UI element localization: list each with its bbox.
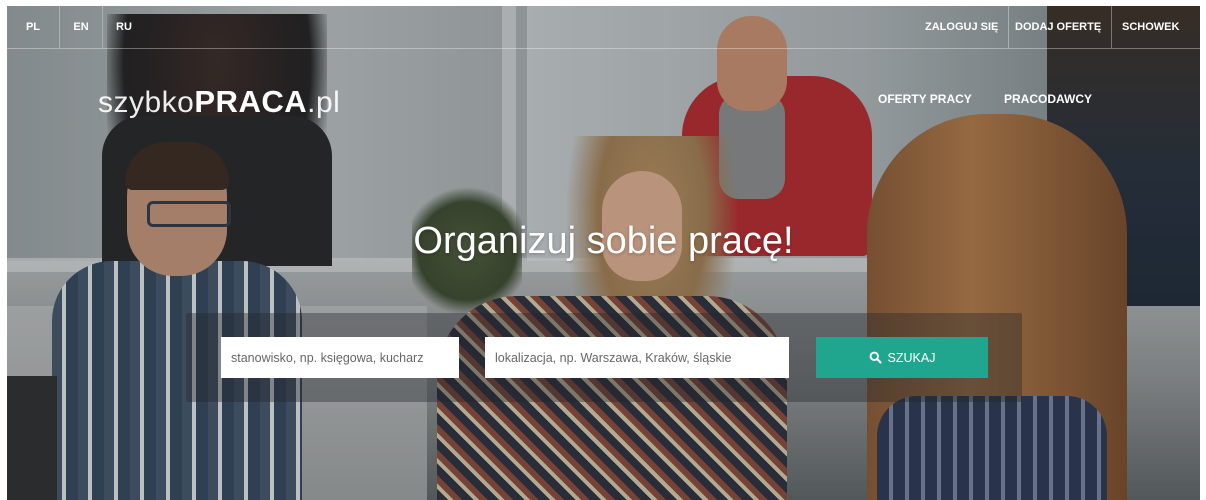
language-pl[interactable]: PL bbox=[7, 6, 60, 48]
logo-part-domain: .pl bbox=[307, 86, 341, 119]
search-panel: SZUKAJ bbox=[186, 313, 1022, 402]
search-button-label: SZUKAJ bbox=[887, 350, 936, 365]
location-input[interactable] bbox=[485, 337, 789, 378]
search-icon bbox=[869, 351, 882, 364]
nav-job-offers[interactable]: OFERTY PRACY bbox=[878, 92, 972, 106]
nav-employers[interactable]: PRACODAWCY bbox=[1004, 92, 1092, 106]
language-en[interactable]: EN bbox=[60, 6, 103, 48]
language-ru[interactable]: RU bbox=[103, 6, 145, 48]
top-bar: PL EN RU ZALOGUJ SIĘ DODAJ OFERTĘ SCHOWE… bbox=[7, 6, 1200, 49]
position-input[interactable] bbox=[221, 337, 459, 378]
hero-section: PL EN RU ZALOGUJ SIĘ DODAJ OFERTĘ SCHOWE… bbox=[7, 6, 1200, 500]
hero-headline: Organizuj sobie pracę! bbox=[413, 220, 794, 262]
login-link[interactable]: ZALOGUJ SIĘ bbox=[915, 6, 1010, 48]
clipboard-link[interactable]: SCHOWEK bbox=[1112, 6, 1189, 48]
search-button[interactable]: SZUKAJ bbox=[816, 337, 988, 378]
add-offer-link[interactable]: DODAJ OFERTĘ bbox=[1005, 6, 1113, 48]
logo-part-praca: PRACA bbox=[194, 84, 308, 119]
site-logo[interactable]: szybkoPRACA.pl bbox=[98, 84, 340, 120]
logo-part-szybko: szybko bbox=[98, 86, 195, 119]
